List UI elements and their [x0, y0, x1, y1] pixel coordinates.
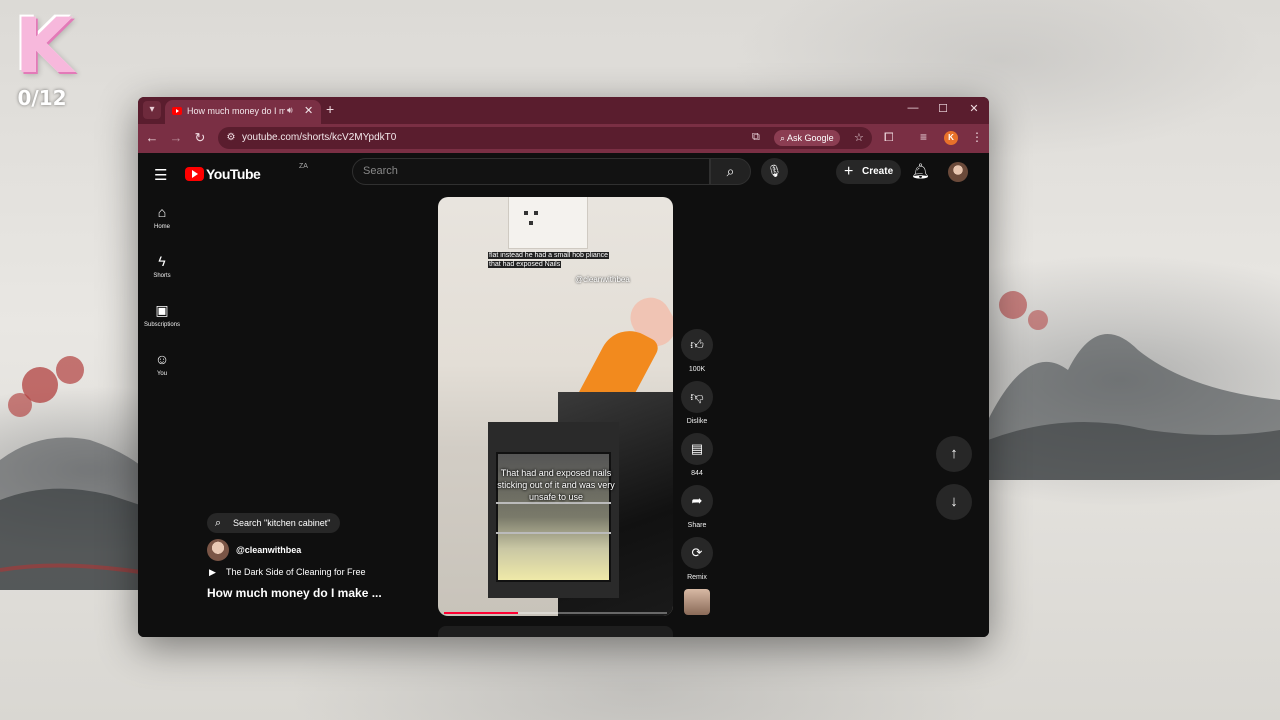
background-tree-painting — [0, 356, 140, 590]
forward-icon[interactable]: → — [168, 130, 184, 146]
extensions-icon[interactable]: ⧠ — [884, 130, 894, 145]
youtube-logo[interactable]: YouTube ZA — [185, 163, 308, 185]
comment-icon: ▤ — [681, 433, 713, 465]
youtube-play-icon — [185, 167, 204, 181]
share-icon: ➦ — [681, 485, 713, 517]
shorts-icon: ϟ — [158, 253, 166, 269]
comments-button[interactable]: ▤ 844 — [681, 433, 713, 477]
media-queue-icon[interactable]: ≡ — [920, 130, 927, 144]
reload-icon[interactable]: ↻ — [192, 130, 208, 146]
search-placeholder: Search — [363, 165, 398, 177]
search-suggestion-chip[interactable]: ⌕ Search "kitchen cabinet" — [207, 513, 341, 533]
search-chip-label: Search "kitchen cabinet" — [233, 518, 331, 528]
address-bar[interactable]: ⚙ youtube.com/shorts/kcV2MYpdkT0 ⧉ ⌕ Ask… — [218, 127, 872, 149]
minimize-icon[interactable]: — — [903, 102, 923, 114]
remix-button[interactable]: ⟳ Remix — [681, 537, 713, 581]
video-overlay-line1: flat instead he had a small hob pliance — [488, 252, 610, 259]
window-close-icon[interactable]: ✕ — [964, 102, 984, 115]
remix-icon: ⟳ — [681, 537, 713, 569]
comment-count: 844 — [691, 470, 703, 477]
video-progress-bar[interactable] — [444, 612, 667, 614]
channel-avatar[interactable] — [207, 539, 229, 561]
sidebar-label: Shorts — [153, 273, 171, 279]
dislike-icon: 👎︎ — [681, 381, 713, 413]
microphone-icon[interactable]: 🎙︎ — [761, 158, 788, 185]
ask-google-label: Ask Google — [787, 133, 834, 143]
plus-icon: + — [844, 163, 854, 180]
browser-window: ▾ How much money do I make 🔊︎ ✕ + — ☐ ✕ … — [138, 97, 989, 637]
search-input[interactable]: Search — [352, 158, 710, 185]
dislike-button[interactable]: 👎︎ Dislike — [681, 381, 713, 425]
create-button[interactable]: + Create — [836, 160, 901, 184]
youtube-favicon-icon — [172, 107, 182, 115]
close-icon[interactable]: ✕ — [304, 104, 313, 117]
create-label: Create — [862, 166, 894, 177]
maximize-icon[interactable]: ☐ — [933, 102, 953, 115]
kebab-menu-icon[interactable]: ⋮ — [971, 130, 983, 144]
sidebar-item-shorts[interactable]: ϟ Shorts — [138, 252, 186, 279]
notifications-bell-icon[interactable]: 🔔︎ — [911, 162, 930, 180]
tab-bar: ▾ How much money do I make 🔊︎ ✕ + — ☐ ✕ — [138, 97, 989, 124]
overlay-counter: 0/12 — [17, 86, 67, 110]
browser-toolbar: ← → ↻ ⚙ youtube.com/shorts/kcV2MYpdkT0 ⧉… — [138, 124, 989, 153]
sound-thumbnail[interactable] — [684, 589, 710, 615]
like-icon: 👍︎ — [681, 329, 713, 361]
url-text[interactable]: youtube.com/shorts/kcV2MYpdkT0 — [242, 132, 396, 143]
overlay-logo: K — [14, 1, 74, 90]
video-wall-socket — [508, 197, 588, 249]
sidebar-item-subscriptions[interactable]: ▣ Subscriptions — [138, 301, 186, 328]
video-watermark: @cleanwithbea — [575, 275, 630, 284]
plus-icon[interactable]: + — [326, 101, 334, 117]
sidebar-item-home[interactable]: ⌂ Home — [138, 203, 186, 230]
video-title[interactable]: How much money do I make ... — [207, 586, 382, 600]
youtube-page: ☰ YouTube ZA Search ⌕ 🎙︎ + Create 🔔︎ ⌂ H… — [138, 153, 989, 637]
playlist-title: The Dark Side of Cleaning for Free — [226, 567, 366, 577]
bookmark-star-icon[interactable]: ☆ — [854, 131, 864, 144]
sidebar-label: You — [156, 371, 168, 377]
next-video-peek[interactable] — [438, 626, 673, 637]
sidebar-label: Subscriptions — [143, 322, 181, 328]
video-overlay-line2: that had exposed Nails — [488, 261, 562, 268]
sidebar-label: Home — [153, 224, 170, 230]
subscriptions-icon: ▣ — [155, 302, 169, 318]
background-mountain-painting — [988, 291, 1280, 480]
account-avatar[interactable] — [948, 162, 968, 182]
profile-avatar[interactable]: K — [944, 131, 958, 145]
active-tab[interactable]: How much money do I make 🔊︎ ✕ — [165, 100, 321, 124]
play-icon: ▶ — [209, 567, 216, 577]
install-app-icon[interactable]: ⧉ — [752, 131, 760, 144]
back-icon[interactable]: ← — [144, 130, 160, 146]
hamburger-menu-icon[interactable]: ☰ — [154, 166, 167, 184]
dislike-label: Dislike — [686, 418, 708, 425]
tab-search-button[interactable]: ▾ — [143, 101, 161, 119]
speaker-icon[interactable]: 🔊︎ — [287, 105, 293, 116]
country-code: ZA — [299, 163, 308, 170]
video-progress-fill — [444, 612, 518, 614]
video-overlay-text: flat instead he had a small hob pliance … — [488, 251, 628, 269]
you-icon: ☺ — [154, 351, 170, 367]
like-count: 100K — [688, 366, 706, 373]
share-button[interactable]: ➦ Share — [681, 485, 713, 529]
like-button[interactable]: 👍︎ 100K — [681, 329, 713, 373]
site-info-icon[interactable]: ⚙ — [224, 131, 238, 145]
video-oven-inset — [488, 422, 619, 598]
search-icon: ⌕ — [215, 517, 222, 529]
youtube-logo-text: YouTube — [206, 166, 261, 182]
remix-label: Remix — [687, 574, 707, 581]
sidebar-item-you[interactable]: ☺ You — [138, 350, 186, 377]
ask-google-button[interactable]: ⌕ Ask Google — [774, 130, 840, 146]
video-caption: That had and exposed nails sticking out … — [497, 468, 615, 502]
tab-title: How much money do I make — [187, 106, 285, 116]
channel-name[interactable]: @cleanwithbea — [236, 545, 301, 555]
home-icon: ⌂ — [157, 204, 167, 220]
playlist-link[interactable]: ▶ The Dark Side of Cleaning for Free — [209, 567, 366, 578]
shorts-video-player[interactable]: flat instead he had a small hob pliance … — [438, 197, 673, 616]
search-icon[interactable]: ⌕ — [710, 158, 751, 185]
next-video-arrow-down-icon[interactable]: ↓ — [936, 484, 972, 520]
share-label: Share — [687, 522, 707, 529]
previous-video-arrow-up-icon[interactable]: ↑ — [936, 436, 972, 472]
